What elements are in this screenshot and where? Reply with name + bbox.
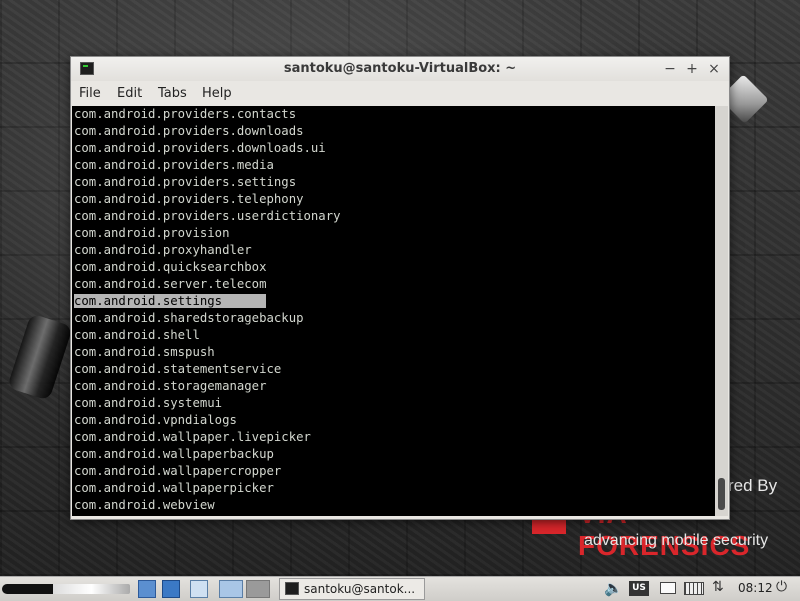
terminal-line-text: com.android.providers.contacts [74, 107, 297, 121]
clock[interactable]: 08:12 [738, 581, 773, 595]
terminal-line-text: com.android.systemui [74, 396, 223, 410]
menu-bar: File Edit Tabs Help [71, 83, 729, 105]
terminal-window[interactable]: santoku@santoku-VirtualBox: ~ − + × File… [70, 56, 730, 520]
keyboard-layout-indicator[interactable]: US [629, 581, 649, 596]
start-menu-knife-icon[interactable] [2, 584, 130, 594]
close-button[interactable]: × [705, 60, 723, 78]
terminal-line: com.android.shell [72, 327, 715, 344]
terminal-line-text: com.android.proxyhandler [74, 243, 252, 257]
menu-help[interactable]: Help [202, 86, 232, 101]
terminal-line: com.android.providers.downloads.ui [72, 140, 715, 157]
terminal-line-text: com.android.providers.userdictionary [74, 209, 341, 223]
network-icon[interactable]: ⇅ [712, 579, 724, 595]
window-titlebar[interactable]: santoku@santoku-VirtualBox: ~ − + × [71, 57, 729, 81]
terminal-line-text: com.android.provision [74, 226, 230, 240]
terminal-line: com.android.smspush [72, 344, 715, 361]
terminal-line-text: com.android.storagemanager [74, 379, 267, 393]
workspace-1[interactable] [219, 580, 243, 598]
file-manager-icon[interactable] [138, 580, 156, 598]
terminal-line-text: com.android.providers.settings [74, 175, 297, 189]
taskbar-terminal-task[interactable]: santoku@santok... [279, 578, 425, 600]
network-tool-icon[interactable] [162, 580, 180, 598]
menu-tabs[interactable]: Tabs [158, 86, 187, 101]
minimize-button[interactable]: − [661, 60, 679, 78]
onscreen-keyboard-icon[interactable] [684, 582, 704, 595]
terminal-line-text: com.android.providers.downloads.ui [74, 141, 326, 155]
terminal-line: com.android.wallpaperpicker [72, 480, 715, 497]
terminal-line: com.android.providers.media [72, 157, 715, 174]
volume-icon[interactable]: 🔈 [604, 579, 623, 597]
terminal-line-text: com.android.providers.downloads [74, 124, 304, 138]
terminal-line: com.android.wallpaperbackup [72, 446, 715, 463]
maximize-button[interactable]: + [683, 60, 701, 78]
workspace-2[interactable] [246, 580, 270, 598]
terminal-line-text: com.android.providers.telephony [74, 192, 304, 206]
terminal-line: com.android.vpndialogs [72, 412, 715, 429]
menu-file[interactable]: File [79, 86, 101, 101]
terminal-line: com.android.settings [72, 293, 715, 310]
power-icon[interactable]: ⏻ [776, 579, 787, 595]
terminal-line: com.android.providers.userdictionary [72, 208, 715, 225]
terminal-line-text: com.android.shell [74, 328, 200, 342]
terminal-line-text: com.android.sharedstoragebackup [74, 311, 304, 325]
terminal-line-text: com.android.wallpaperpicker [74, 481, 274, 495]
terminal-line: com.android.provision [72, 225, 715, 242]
window-title: santoku@santoku-VirtualBox: ~ [283, 61, 517, 76]
terminal-line: com.android.proxyhandler [72, 242, 715, 259]
terminal-line-text: com.android.wallpapercropper [74, 464, 282, 478]
terminal-icon [285, 582, 299, 595]
terminal-line: com.android.providers.telephony [72, 191, 715, 208]
terminal-line-text: com.android.vpndialogs [74, 413, 237, 427]
task-label: santoku@santok... [304, 582, 416, 596]
terminal-line: com.android.providers.contacts [72, 106, 715, 123]
wallpaper-powered-by: red By [728, 476, 778, 495]
show-desktop-icon[interactable] [190, 580, 208, 598]
terminal-line: com.android.wallpapercropper [72, 463, 715, 480]
menu-edit[interactable]: Edit [117, 86, 142, 101]
terminal-line: com.android.providers.downloads [72, 123, 715, 140]
terminal-line-text: com.android.server.telecom [74, 277, 267, 291]
terminal-line: com.android.providers.settings [72, 174, 715, 191]
terminal-line: com.android.webview [72, 497, 715, 514]
terminal-line-text: com.android.statementservice [74, 362, 282, 376]
terminal-line-text: com.android.providers.media [74, 158, 274, 172]
terminal-line: com.android.sharedstoragebackup [72, 310, 715, 327]
terminal-scrollbar[interactable] [715, 106, 728, 516]
terminal-line-text: com.android.webview [74, 498, 215, 512]
terminal-line-text: com.android.smspush [74, 345, 215, 359]
terminal-line: com.android.statementservice [72, 361, 715, 378]
terminal-line-text: com.android.settings [74, 294, 267, 308]
scrollbar-thumb[interactable] [718, 478, 725, 510]
terminal-output[interactable]: com.android.providers.contacts com.androi… [72, 106, 715, 516]
taskbar: santoku@santok... 🔈 US ⇅ 08:12 ⏻ [0, 576, 800, 601]
wallpaper-tagline: advancing mobile security [584, 532, 769, 549]
terminal-line: com.android.wallpaper.livepicker [72, 429, 715, 446]
terminal-line: com.android.storagemanager [72, 378, 715, 395]
terminal-line-text: com.android.quicksearchbox [74, 260, 267, 274]
terminal-line: com.android.systemui [72, 395, 715, 412]
terminal-line-text: com.android.wallpaperbackup [74, 447, 274, 461]
terminal-line: com.android.server.telecom [72, 276, 715, 293]
battery-icon[interactable] [660, 582, 676, 594]
terminal-line-text: com.android.wallpaper.livepicker [74, 430, 311, 444]
wallpaper-knife-handle [7, 313, 73, 401]
terminal-line: com.android.quicksearchbox [72, 259, 715, 276]
